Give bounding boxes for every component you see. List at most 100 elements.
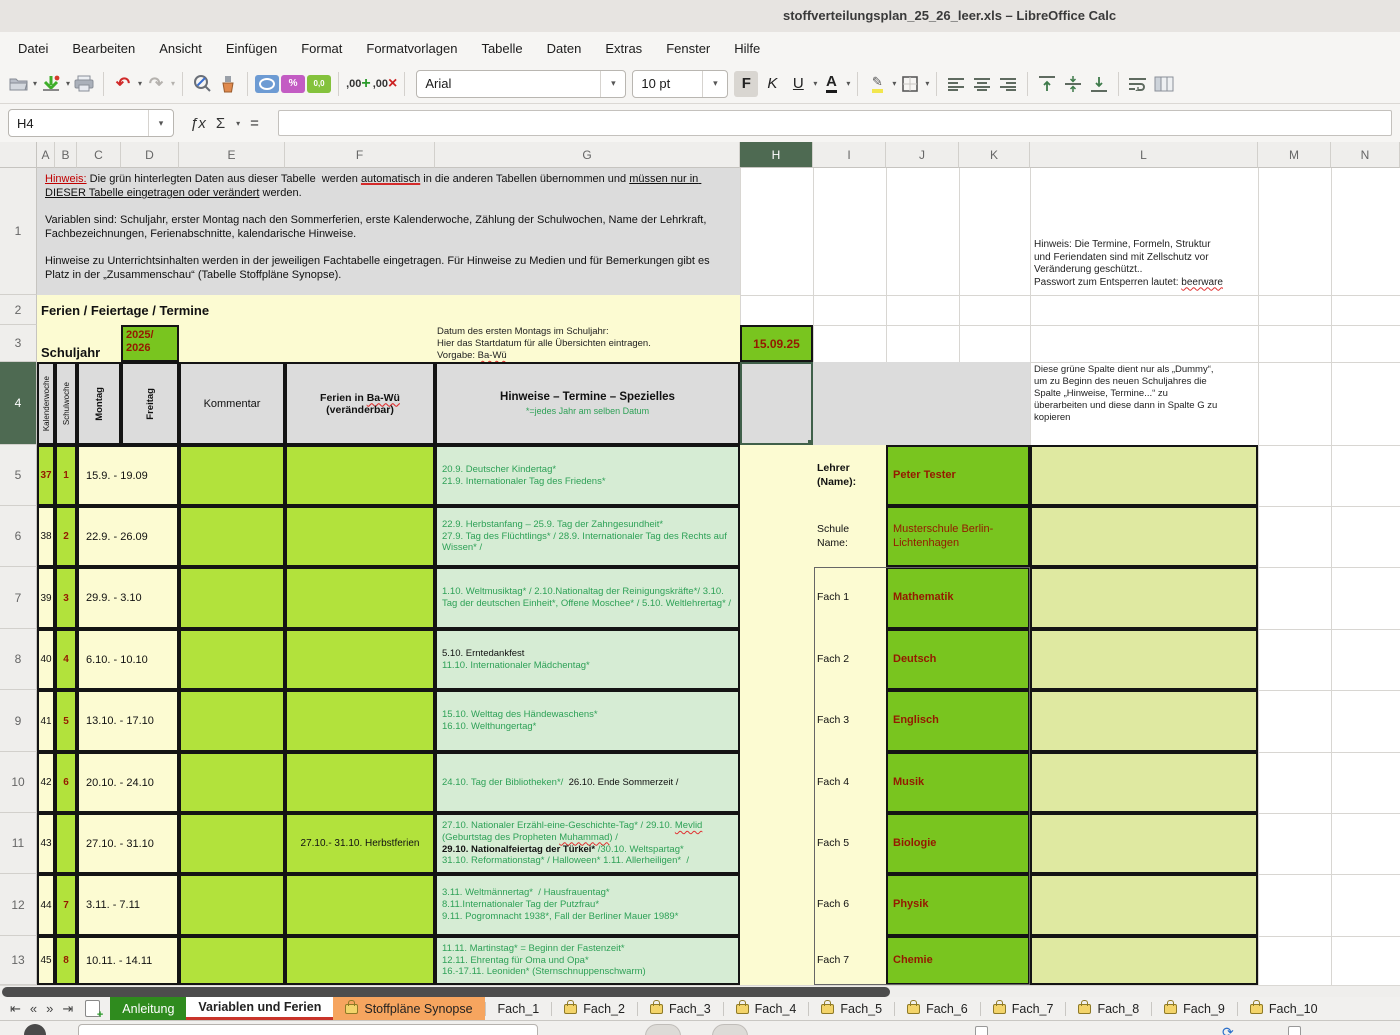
find-previous-button[interactable] (645, 1024, 681, 1035)
underline-dropdown[interactable]: ▾ (813, 79, 817, 88)
font-color-button[interactable]: A (819, 71, 843, 97)
cell-kalenderwoche[interactable]: 45 (37, 936, 55, 985)
cell-hinweise[interactable]: 15.10. Welttag des Händewaschens* 16.10.… (435, 690, 740, 752)
row-header-10[interactable]: 10 (0, 752, 37, 813)
column-header-E[interactable]: E (179, 142, 285, 168)
borders-dropdown[interactable]: ▾ (925, 79, 929, 88)
cell-kalenderwoche[interactable]: 39 (37, 567, 55, 629)
cell-schulwoche[interactable]: 7 (55, 874, 77, 936)
cell-kalenderwoche[interactable]: 41 (37, 690, 55, 752)
format-currency-icon[interactable] (255, 71, 279, 97)
sheet-tab-fach-4[interactable]: Fach_4 (724, 997, 809, 1020)
font-color-dropdown[interactable]: ▾ (846, 79, 850, 88)
cell-kommentar[interactable] (179, 567, 285, 629)
row-header-11[interactable]: 11 (0, 813, 37, 874)
column-header-G[interactable]: G (435, 142, 740, 168)
cell-week-dates[interactable]: 29.9. - 3.10 (77, 567, 179, 629)
cell-H4-selected[interactable] (740, 362, 813, 445)
header-kommentar[interactable]: Kommentar (179, 362, 285, 445)
row-header-13[interactable]: 13 (0, 936, 37, 985)
cell-schulwoche[interactable]: 2 (55, 506, 77, 567)
column-header-N[interactable]: N (1331, 142, 1400, 168)
delete-decimal-icon[interactable]: ,00× (373, 71, 398, 97)
column-header-J[interactable]: J (886, 142, 959, 168)
cell-hinweise[interactable]: 24.10. Tag der Bibliotheken*/ 26.10. End… (435, 752, 740, 813)
highlight-color-button[interactable]: ✎ (865, 71, 889, 97)
row-header-3[interactable]: 3 (0, 325, 37, 362)
cell-kalenderwoche[interactable]: 37 (37, 445, 55, 506)
redo-dropdown[interactable]: ▾ (171, 79, 175, 88)
redo-icon[interactable]: ↷ (144, 71, 168, 97)
column-header-C[interactable]: C (77, 142, 121, 168)
row-header-6[interactable]: 6 (0, 506, 37, 567)
cell-kommentar[interactable] (179, 690, 285, 752)
header-freitag[interactable]: Freitag (121, 362, 179, 445)
sheet-corner-select-all[interactable] (0, 142, 37, 168)
align-middle-icon[interactable] (1061, 71, 1085, 97)
cell-dummy-column[interactable] (1030, 690, 1258, 752)
sheet-tab-fach-1[interactable]: Fach_1 (486, 997, 552, 1020)
menu-item-bearbeiten[interactable]: Bearbeiten (62, 37, 145, 60)
sheet-tab-anleitung[interactable]: Anleitung (110, 997, 186, 1020)
cell-schulwoche[interactable] (55, 813, 77, 874)
column-header-H[interactable]: H (740, 142, 813, 168)
cell-L4-dummy-note[interactable]: Diese grüne Spalte dient nur als „Dummy“… (1030, 362, 1258, 445)
italic-button[interactable]: K (760, 71, 784, 97)
row-header-4[interactable]: 4 (0, 362, 37, 445)
cell-week-dates[interactable]: 22.9. - 26.09 (77, 506, 179, 567)
cell-schulwoche[interactable]: 4 (55, 629, 77, 690)
formula-input[interactable] (278, 110, 1392, 136)
cell-dummy-column[interactable] (1030, 445, 1258, 506)
menu-item-extras[interactable]: Extras (595, 37, 652, 60)
cell-ferien[interactable] (285, 629, 435, 690)
name-box-dropdown[interactable]: ▾ (148, 110, 173, 136)
wrap-text-icon[interactable] (1126, 71, 1150, 97)
add-decimal-icon[interactable]: ,00+ (346, 71, 371, 97)
row-header-9[interactable]: 9 (0, 690, 37, 752)
cell-D3-schuljahr[interactable]: 2025/ 2026 (121, 325, 179, 362)
menu-item-fenster[interactable]: Fenster (656, 37, 720, 60)
cell-schulwoche[interactable]: 6 (55, 752, 77, 813)
align-center-icon[interactable] (970, 71, 994, 97)
format-percent-icon[interactable]: % (281, 71, 305, 97)
equals-icon[interactable]: = (250, 115, 259, 132)
font-name-select[interactable]: Arial▾ (416, 70, 626, 98)
cell-ferien[interactable]: 27.10.- 31.10. Herbstferien (285, 813, 435, 874)
column-header-L[interactable]: L (1030, 142, 1258, 168)
cell-dummy-column[interactable] (1030, 629, 1258, 690)
cell-kalenderwoche[interactable]: 38 (37, 506, 55, 567)
cell-kalenderwoche[interactable]: 42 (37, 752, 55, 813)
header-ferien[interactable]: Ferien in Ba-Wü (veränderbar) (285, 362, 435, 445)
sheet-tab-fach-5[interactable]: Fach_5 (809, 997, 894, 1020)
cell-L1-protection-note[interactable]: Hinweis: Die Termine, Formeln, Struktur … (1030, 168, 1258, 295)
header-hinweise[interactable]: Hinweise – Termine – Spezielles*=jedes J… (435, 362, 740, 445)
cell-ferien[interactable] (285, 874, 435, 936)
cell-kalenderwoche[interactable]: 43 (37, 813, 55, 874)
first-sheet-icon[interactable]: ⇤ (10, 1001, 21, 1017)
cell-schulwoche[interactable]: 3 (55, 567, 77, 629)
cell-week-dates[interactable]: 15.9. - 19.09 (77, 445, 179, 506)
info-label[interactable]: Schule Name: (817, 506, 883, 567)
previous-sheet-icon[interactable]: « (30, 1001, 37, 1016)
cell-hinweise[interactable]: 11.11. Martinstag* = Beginn der Fastenze… (435, 936, 740, 985)
open-dropdown[interactable]: ▾ (33, 79, 37, 88)
name-box[interactable]: H4▾ (8, 109, 174, 137)
menu-item-einfügen[interactable]: Einfügen (216, 37, 287, 60)
font-size-select[interactable]: 10 pt▾ (632, 70, 728, 98)
cell-kalenderwoche[interactable]: 40 (37, 629, 55, 690)
menu-item-ansicht[interactable]: Ansicht (149, 37, 212, 60)
align-top-icon[interactable] (1035, 71, 1059, 97)
column-header-A[interactable]: A (37, 142, 55, 168)
cell-hinweise[interactable]: 1.10. Weltmusiktag* / 2.10.Nationaltag d… (435, 567, 740, 629)
cell-kommentar[interactable] (179, 813, 285, 874)
column-header-F[interactable]: F (285, 142, 435, 168)
cell-kommentar[interactable] (179, 506, 285, 567)
cell-dummy-column[interactable] (1030, 506, 1258, 567)
cell-schulwoche[interactable]: 1 (55, 445, 77, 506)
merge-cells-icon[interactable] (1152, 71, 1176, 97)
info-value[interactable]: Peter Tester (886, 445, 1030, 506)
undo-icon[interactable]: ↶ (111, 71, 135, 97)
sheet-tab-fach-6[interactable]: Fach_6 (895, 997, 980, 1020)
cell-hinweise[interactable]: 22.9. Herbstanfang – 25.9. Tag der Zahng… (435, 506, 740, 567)
format-number-icon[interactable]: 0,0 (307, 71, 331, 97)
